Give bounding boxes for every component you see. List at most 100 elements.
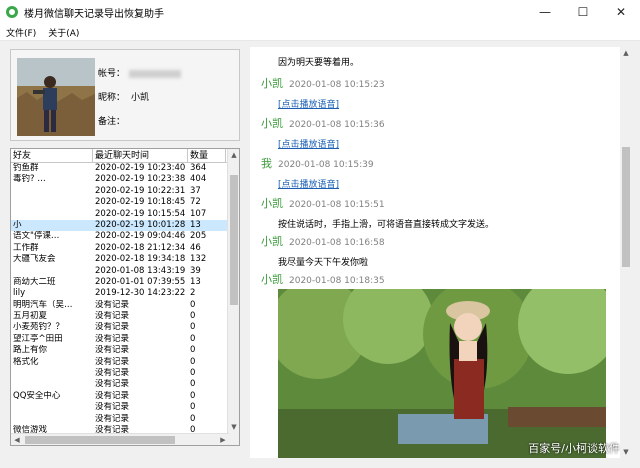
table-row[interactable]: 语文"停课… 2020-02-19 09:04:46 205 xyxy=(11,231,239,242)
count-cell: 132 xyxy=(190,254,207,265)
last-chat-time-cell: 没有记录 xyxy=(95,379,130,390)
friend-name-cell: 小麦苑钓？？ xyxy=(13,322,65,333)
table-row[interactable]: 没有记录 0 xyxy=(11,379,239,390)
table-row[interactable]: lily 2019-12-30 14:23:22 2 xyxy=(11,288,239,299)
table-row[interactable]: 商幼大二班 2020-01-01 07:39:55 13 xyxy=(11,277,239,288)
table-row[interactable]: QQ安全中心 没有记录 0 xyxy=(11,391,239,402)
scroll-down-icon[interactable]: ▼ xyxy=(228,421,239,433)
chat-photo[interactable] xyxy=(278,289,606,458)
menu-about[interactable]: 关于(A) xyxy=(42,26,85,39)
header-last-chat-time[interactable]: 最近聊天时间 xyxy=(93,149,188,162)
last-chat-time-cell: 没有记录 xyxy=(95,402,130,413)
scroll-right-icon[interactable]: ▶ xyxy=(217,434,229,445)
friend-name-cell: 钓鱼群 xyxy=(13,163,39,173)
friend-name-cell: 毒钓? … xyxy=(13,174,46,185)
chat-message-text: 我尽量今天下午发你啦 xyxy=(278,258,369,268)
table-row[interactable]: 钓鱼群 2020-02-19 10:23:40 364 xyxy=(11,163,239,174)
table-row[interactable]: 没有记录 0 xyxy=(11,414,239,425)
chat-panel[interactable]: 因为明天要等着用。 小凯 2020-01-08 10:15:23 [点击播放语音] 小… xyxy=(250,47,632,458)
close-button[interactable]: ✕ xyxy=(602,0,640,24)
table-row[interactable]: 2020-02-19 10:18:45 72 xyxy=(11,197,239,208)
friend-list-vscrollbar[interactable]: ▲ ▼ xyxy=(227,149,239,445)
table-row[interactable]: 2020-01-08 13:43:19 39 xyxy=(11,266,239,277)
play-voice-link[interactable]: [点击播放语音] xyxy=(278,137,339,150)
chat-message-top: 因为明天要等着用。 xyxy=(278,58,360,68)
table-row[interactable]: 五月初夏 没有记录 0 xyxy=(11,311,239,322)
last-chat-time-cell: 没有记录 xyxy=(95,356,130,367)
profile-panel: 帐号： 昵称： 小凯 备注： xyxy=(10,49,240,141)
count-cell: 72 xyxy=(190,197,201,208)
scroll-left-icon[interactable]: ◀ xyxy=(11,434,23,445)
chat-timestamp: 2020-01-08 10:15:36 xyxy=(289,120,385,130)
friend-name-cell: 路上有你 xyxy=(13,345,48,356)
chat-vscrollbar[interactable]: ▲ ▼ xyxy=(620,47,632,458)
close-icon: ✕ xyxy=(615,5,627,19)
last-chat-time-cell: 2020-02-19 10:15:54 xyxy=(95,208,186,219)
avatar xyxy=(17,58,95,136)
maximize-button[interactable]: ☐ xyxy=(564,0,602,24)
table-row[interactable]: 小 2020-02-19 10:01:28 13 xyxy=(11,219,239,232)
friend-name-cell: 大疆飞友会 xyxy=(13,254,56,265)
chat-sender-line: 小凯 2020-01-08 10:15:51 xyxy=(261,195,385,211)
table-row[interactable]: 格式化 没有记录 0 xyxy=(11,357,239,368)
friend-name-cell: 明明汽车（吴… xyxy=(13,299,73,310)
chat-vscroll-thumb[interactable] xyxy=(622,147,630,267)
count-cell: 0 xyxy=(190,402,196,413)
chat-sender-line: 小凯 2020-01-08 10:15:23 xyxy=(261,75,385,91)
last-chat-time-cell: 没有记录 xyxy=(95,322,130,333)
friend-name-cell xyxy=(11,414,93,425)
count-cell: 0 xyxy=(190,322,196,333)
friend-list-hscrollbar[interactable]: ◀ ▶ xyxy=(11,433,229,445)
friend-list-hscroll-thumb[interactable] xyxy=(25,436,175,444)
scroll-up-icon[interactable]: ▲ xyxy=(228,149,239,161)
table-row[interactable]: 路上有你 没有记录 0 xyxy=(11,345,239,356)
chat-scroll-up-icon[interactable]: ▲ xyxy=(620,47,632,59)
friend-name-cell xyxy=(11,379,93,390)
maximize-icon: ☐ xyxy=(577,5,589,19)
watermark-text: 百家号/小柯谈软件 xyxy=(528,442,620,455)
last-chat-time-cell: 没有记录 xyxy=(95,390,130,401)
friend-name-cell: QQ安全中心 xyxy=(13,390,61,401)
table-row[interactable]: 大疆飞友会 2020-02-18 19:34:18 132 xyxy=(11,254,239,265)
friend-list[interactable]: 好友 最近聊天时间 数量 钓鱼群 2020-02-19 10:23:40 364 毒钓… xyxy=(10,148,240,446)
chat-sender-line: 我 2020-01-08 10:15:39 xyxy=(261,155,374,171)
table-row[interactable]: 2020-02-19 10:22:31 37 xyxy=(11,186,239,197)
table-row[interactable]: 工作群 2020-02-18 21:12:34 46 xyxy=(11,243,239,254)
remark-label: 备注： xyxy=(98,117,126,127)
chat-timestamp: 2020-01-08 10:15:23 xyxy=(289,80,385,90)
friend-rows: 钓鱼群 2020-02-19 10:23:40 364 毒钓? … 2020-02-19… xyxy=(11,163,239,445)
play-voice-link[interactable]: [点击播放语音] xyxy=(278,97,339,110)
menu-bar: 文件(F) 关于(A) xyxy=(0,24,640,41)
last-chat-time-cell: 2020-02-19 10:01:28 xyxy=(95,219,186,230)
table-row[interactable]: 明明汽车（吴… 没有记录 0 xyxy=(11,300,239,311)
friend-name-cell: 商幼大二班 xyxy=(13,276,56,287)
nickname-row: 昵称： 小凯 xyxy=(98,90,149,103)
chat-sender-name: 小凯 xyxy=(261,235,283,248)
last-chat-time-cell: 2020-02-19 09:04:46 xyxy=(95,231,186,242)
menu-file[interactable]: 文件(F) xyxy=(0,26,42,39)
table-row[interactable]: 没有记录 0 xyxy=(11,368,239,379)
header-count[interactable]: 数量 xyxy=(188,149,226,162)
last-chat-time-cell: 没有记录 xyxy=(95,345,130,356)
count-cell: 0 xyxy=(190,413,196,424)
table-row[interactable]: 小麦苑钓？？ 没有记录 0 xyxy=(11,322,239,333)
minimize-button[interactable]: — xyxy=(526,0,564,24)
play-voice-link[interactable]: [点击播放语音] xyxy=(278,177,339,190)
count-cell: 0 xyxy=(190,368,196,379)
chat-scroll-down-icon[interactable]: ▼ xyxy=(620,446,632,458)
last-chat-time-cell: 2020-02-18 19:34:18 xyxy=(95,254,186,265)
friend-name-cell: 格式化 xyxy=(13,356,39,367)
table-row[interactable]: 2020-02-19 10:15:54 107 xyxy=(11,209,239,220)
table-row[interactable]: 没有记录 0 xyxy=(11,402,239,413)
account-value-blurred xyxy=(129,69,182,78)
table-row[interactable]: 毒钓? … 2020-02-19 10:23:38 404 xyxy=(11,174,239,185)
table-row[interactable]: 望江亭^田田 没有记录 0 xyxy=(11,334,239,345)
friend-name-cell xyxy=(11,402,93,413)
count-cell: 39 xyxy=(190,265,201,276)
chat-sender-name: 我 xyxy=(261,157,272,170)
header-friend[interactable]: 好友 xyxy=(11,149,93,162)
chat-sender-name: 小凯 xyxy=(261,197,283,210)
friend-list-vscroll-thumb[interactable] xyxy=(230,175,238,305)
chat-sender-name: 小凯 xyxy=(261,273,283,286)
nickname-label: 昵称： xyxy=(98,93,126,103)
